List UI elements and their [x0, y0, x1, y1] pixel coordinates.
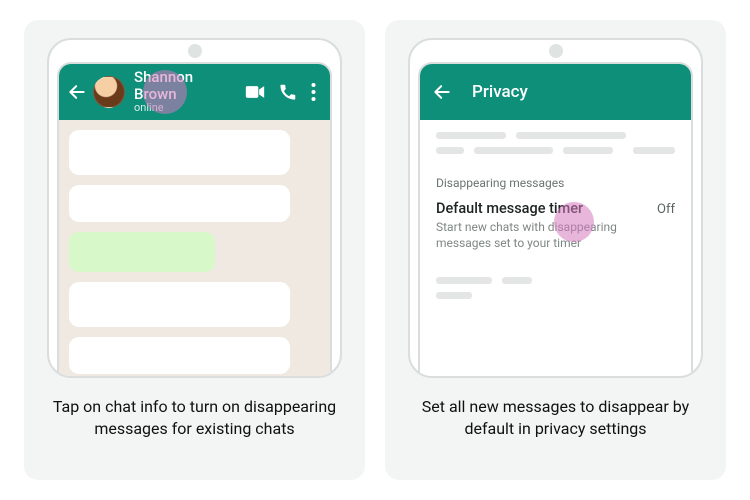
settings-appbar: Privacy [420, 64, 691, 120]
panel-caption-left: Tap on chat info to turn on disappearing… [45, 396, 345, 439]
message-bubble-outgoing [69, 232, 215, 271]
back-icon[interactable] [67, 82, 87, 102]
contact-status: online [134, 102, 239, 114]
video-call-icon[interactable] [245, 84, 265, 100]
message-bubble [69, 185, 290, 222]
more-icon[interactable] [311, 83, 316, 101]
panel-privacy-settings: Privacy Disappearing messages D [385, 20, 726, 480]
phone-speaker-dot [549, 44, 563, 58]
message-bubble [69, 282, 290, 327]
setting-default-timer[interactable]: Default message timer Start new chats wi… [436, 200, 675, 251]
phone-speaker-dot [188, 44, 202, 58]
panel-chat-info: Shannon Brown online [24, 20, 365, 480]
chat-appbar[interactable]: Shannon Brown online [59, 64, 330, 120]
phone-statusbar [410, 40, 701, 62]
placeholder-row [436, 147, 675, 154]
phone-screen-right: Privacy Disappearing messages D [418, 62, 693, 378]
contact-info[interactable]: Shannon Brown online [134, 69, 239, 114]
setting-subtitle: Start new chats with disappearing messag… [436, 219, 626, 251]
contact-name: Shannon Brown [134, 69, 239, 102]
settings-title: Privacy [472, 82, 528, 102]
placeholder-row [436, 132, 675, 139]
contact-avatar[interactable] [93, 76, 125, 108]
section-label: Disappearing messages [436, 176, 675, 190]
chat-body [59, 120, 330, 378]
message-bubble [69, 337, 290, 374]
settings-body: Disappearing messages Default message ti… [420, 120, 691, 378]
phone-frame-right: Privacy Disappearing messages D [408, 38, 703, 378]
setting-title: Default message timer [436, 200, 649, 217]
voice-call-icon[interactable] [279, 83, 297, 101]
appbar-actions [245, 83, 324, 101]
placeholder-group [436, 277, 675, 299]
phone-screen-left: Shannon Brown online [57, 62, 332, 378]
message-bubble [69, 130, 290, 175]
phone-statusbar [49, 40, 340, 62]
back-icon[interactable] [432, 82, 452, 102]
panel-caption-right: Set all new messages to disappear by def… [406, 396, 706, 439]
setting-value: Off [657, 200, 675, 217]
phone-frame-left: Shannon Brown online [47, 38, 342, 378]
